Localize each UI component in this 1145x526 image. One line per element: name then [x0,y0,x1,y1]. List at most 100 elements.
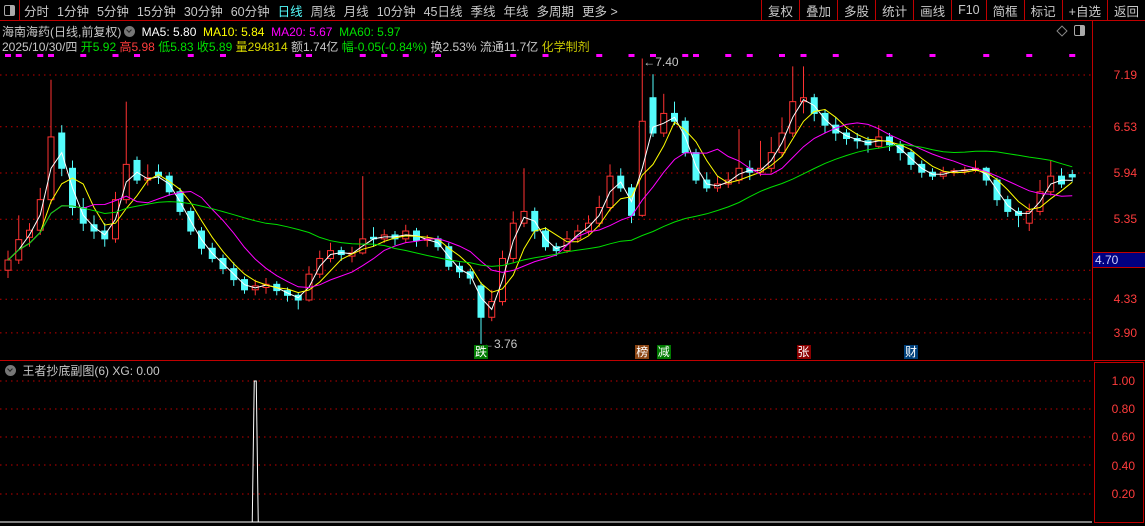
volume-label: 量 [235,40,248,54]
change-value: -0.05(-0.84%) [353,40,428,54]
toolbar-buttons: 复权 叠加 多股 统计 画线 F10 简框 标记 +自选 返回 [761,0,1145,21]
candle-body [90,224,98,232]
event-marker[interactable]: 张 [796,345,811,359]
panel-toggle-icon[interactable] [0,0,20,20]
toolbar-button-0[interactable]: 复权 [761,0,799,20]
toolbar-button-6[interactable]: 简框 [985,0,1024,20]
signal-marker [929,54,936,57]
signal-marker [725,54,732,57]
sub-axis: 1.00 0.80 0.60 0.40 0.20 [1094,362,1144,523]
toolbar-button-7[interactable]: 标记 [1023,0,1062,20]
panel-divider[interactable] [0,360,1145,361]
candle-body [133,159,141,181]
tab-period-11[interactable]: 季线 [467,1,500,20]
tab-period-10[interactable]: 45日线 [420,1,467,20]
high-annotation-value: 7.40 [655,54,679,69]
ma10-value: MA10: 5.84 [203,25,265,39]
tab-period-7[interactable]: 周线 [307,1,340,20]
tab-period-6[interactable]: 日线 [274,1,307,20]
sub-panel-header: 王者抄底副图(6) XG: 0.00 [2,362,160,379]
change-label: 幅 [341,40,354,54]
price-label: 5.94 [1113,166,1137,180]
float-cap: 流通11.7亿 [479,40,539,54]
toolbar: 分时 1分钟 5分钟 15分钟 30分钟 60分钟 日线 周线 月线 10分钟 45日线 季线 年线 多周… [0,0,1145,21]
toolbar-button-1[interactable]: 叠加 [799,0,837,20]
kline-chart[interactable] [0,0,1092,526]
event-marker[interactable]: 跌 [474,345,489,359]
high-label: 高 [119,40,132,54]
tab-period-2[interactable]: 5分钟 [93,1,133,20]
price-label: 7.19 [1113,68,1137,82]
tab-period-4[interactable]: 30分钟 [180,1,227,20]
toolbar-button-4[interactable]: 画线 [913,0,951,20]
tab-period-12[interactable]: 年线 [500,1,533,20]
sub-axis-label: 0.60 [1111,430,1135,445]
close-label: 收 [196,40,209,54]
ma5-value: MA5: 5.80 [141,25,197,39]
industry[interactable]: 化学制剂 [542,40,590,54]
low-value: 5.83 [170,40,194,54]
signal-marker [983,54,990,57]
period-tabs: 分时 1分钟 5分钟 15分钟 30分钟 60分钟 日线 周线 月线 10分钟 45日线 季线 年线 多周… [20,1,622,20]
price-label: 6.53 [1113,119,1137,134]
candle-body [1068,174,1076,178]
dropdown-icon[interactable] [124,26,136,37]
low-annotation-value: 3.76 [494,336,518,351]
ma-line-ma10 [7,108,1073,294]
turnover: 换2.53% [430,40,477,54]
event-marker[interactable]: 财 [904,345,919,359]
signal-marker [800,54,807,57]
tab-period-9[interactable]: 10分钟 [373,1,420,20]
diamond-icon[interactable] [1056,24,1068,37]
close-value: 5.89 [208,40,233,54]
candle-body [477,285,485,318]
signal-marker [596,54,603,57]
xg-value: XG: 0.00 [112,364,160,378]
cursor-price: 4.70 [1093,252,1145,268]
ma-line-ma5 [7,99,1073,311]
signal-marker [779,54,785,57]
signal-marker [886,54,893,57]
high-value: 5.98 [131,40,155,54]
tab-period-3[interactable]: 15分钟 [133,1,180,20]
ma60-value: MA60: 5.97 [339,25,401,39]
sub-axis-label: 0.80 [1111,402,1135,417]
toolbar-button-9[interactable]: 返回 [1106,0,1145,20]
signal-marker [682,54,689,57]
tab-period-13[interactable]: 多周期 [533,1,579,20]
toolbar-button-8[interactable]: +自选 [1061,0,1107,20]
low-label: 低 [158,40,171,54]
dropdown-icon[interactable] [5,365,16,376]
open-value: 5.92 [92,40,117,54]
toolbar-button-2[interactable]: 多股 [837,0,875,20]
xg-spike [251,380,259,523]
open-label: 开 [80,40,93,54]
sub-axis-label: 0.40 [1111,458,1135,473]
price-axis-line [1092,21,1093,361]
tab-period-8[interactable]: 月线 [340,1,373,20]
tab-period-14[interactable]: 更多 > [578,1,622,20]
tab-period-5[interactable]: 60分钟 [227,1,274,20]
amount: 额1.74亿 [291,40,339,54]
panel-icon[interactable] [1074,25,1085,36]
price-label: 4.33 [1113,292,1137,307]
toolbar-button-5[interactable]: F10 [951,0,986,20]
indicator-name[interactable]: 王者抄底副图(6) [22,364,109,378]
price-label: 5.35 [1113,212,1137,227]
toolbar-button-3[interactable]: 统计 [875,0,913,20]
tab-period-0[interactable]: 分时 [20,1,53,20]
ma20-value: MA20: 5.67 [271,25,333,39]
event-marker[interactable]: 减 [656,345,671,359]
volume-value: 294814 [247,40,288,54]
tab-period-1[interactable]: 1分钟 [53,1,93,20]
candle-body [4,259,12,271]
signal-marker [628,54,635,57]
price-label: 3.90 [1113,325,1137,340]
sub-axis-label: 0.20 [1111,486,1135,501]
signal-marker [832,54,839,57]
stock-title: 海南海药(日线,前复权) [2,25,122,39]
event-marker[interactable]: 榜 [635,345,650,359]
quote-info-line: 2025/10/30/四 开5.92 高5.98 低5.83 收5.89 量29… [2,38,590,55]
signal-marker [1069,54,1076,57]
ma-line-ma20 [7,122,1073,289]
